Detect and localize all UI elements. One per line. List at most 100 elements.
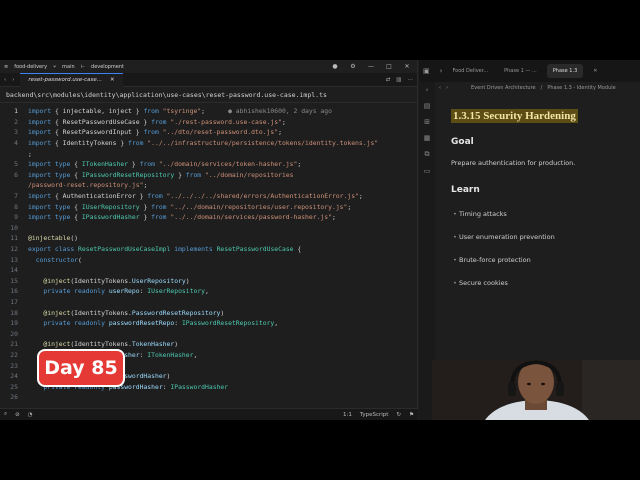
code-line[interactable]: 19 private readonly passwordResetRepo: I… — [0, 318, 418, 329]
minimize-icon[interactable]: — — [365, 63, 377, 70]
code-token: ) — [166, 372, 171, 381]
code-token: @inject — [43, 340, 71, 349]
tab-close-icon[interactable]: ✕ — [110, 77, 115, 83]
notes-tab-2[interactable]: Phase 1 — ... — [498, 64, 543, 78]
nav-forward-icon[interactable]: › — [446, 85, 448, 91]
more-actions-icon[interactable]: ⋯ — [408, 77, 414, 83]
worktree-name[interactable]: development — [91, 64, 124, 70]
code-token: import — [28, 192, 52, 201]
code-token: ) — [220, 308, 225, 317]
avatar-icon[interactable]: ● — [329, 63, 341, 70]
code-token: ResetPasswordUseCaseImpl — [78, 245, 171, 254]
code-line[interactable]: 2 import { ResetPasswordUseCase } from ".… — [0, 117, 418, 128]
code-token: passwordResetRepo — [108, 319, 175, 328]
back-icon[interactable]: ‹ — [426, 86, 429, 94]
code-line[interactable]: 4 import { IdentityTokens } from "../../i… — [0, 138, 418, 149]
files-icon[interactable]: ▤ — [424, 102, 431, 110]
code-token: ; — [278, 128, 282, 137]
code-line[interactable]: /password-reset.repository.js"; — [0, 180, 418, 191]
day-badge: Day 85 — [37, 349, 125, 387]
code-line[interactable]: 8 import type { IUserRepository } from ".… — [0, 201, 418, 212]
forward-icon[interactable]: › — [440, 67, 443, 75]
learn-heading: Learn — [451, 185, 480, 195]
close-icon[interactable]: ✕ — [401, 63, 413, 70]
breadcrumb-item[interactable]: Event Driven Architecture — [471, 85, 536, 91]
code-token: from — [128, 139, 144, 148]
split-editor-icon[interactable]: ▥ — [396, 77, 401, 83]
line-number: 9 — [14, 213, 18, 222]
file-path[interactable]: backend\src\modules\identity\application… — [6, 91, 327, 99]
code-line[interactable]: 20 — [0, 328, 418, 339]
code-line[interactable]: 17 — [0, 297, 418, 308]
copy-icon[interactable]: ⧉ — [425, 150, 430, 159]
code-line[interactable]: 15 @inject (IdentityTokens. UserRepository… — [0, 276, 418, 287]
code-line[interactable]: 1 import { injectable, inject } from "tsy… — [0, 106, 418, 117]
maximize-icon[interactable]: □ — [383, 63, 395, 70]
git-compare-icon[interactable]: ⇄ — [386, 77, 391, 83]
code-line[interactable]: 13 constructor( — [0, 254, 418, 265]
code-token: from — [147, 192, 163, 201]
code-token: "../domain/repositories — [201, 170, 294, 179]
notifications-icon[interactable]: ⚑ — [409, 412, 414, 418]
menu-icon[interactable]: ≡ — [4, 64, 8, 70]
code-token: IPasswordHasher — [170, 382, 229, 391]
code-line[interactable]: 12 export class ResetPasswordUseCaseImpl … — [0, 244, 418, 255]
nav-back-icon[interactable]: ‹ — [439, 85, 441, 91]
branch-name[interactable]: main — [62, 64, 75, 70]
note-title: 1.3.15 Security Hardening — [451, 109, 578, 123]
graph-icon[interactable]: ⊞ — [424, 118, 430, 126]
sync-icon[interactable]: ↻ — [396, 412, 401, 418]
notes-tab-3[interactable]: Phase 1.3 — [546, 64, 584, 78]
code-line[interactable]: 5 import type { ITokenHasher } from "../d… — [0, 159, 418, 170]
cursor-position[interactable]: 1:1 — [343, 412, 352, 418]
search-icon[interactable]: ⌕ — [4, 411, 7, 418]
sidebar-toggle-icon[interactable]: ▣ — [423, 67, 430, 75]
code-line[interactable]: 26 — [0, 392, 418, 403]
tab-reset-password[interactable]: reset-password.use-case... ✕ — [20, 72, 123, 87]
terminal-icon[interactable]: ▭ — [424, 167, 431, 175]
line-number: 2 — [14, 117, 18, 126]
line-number: 14 — [10, 266, 18, 275]
code-editor: ≡ food-delivery ⑂ main ⊢ development ● ⚙… — [0, 60, 418, 420]
code-token: : — [139, 350, 148, 359]
code-line[interactable]: 11 @injectable() — [0, 233, 418, 244]
bell-icon[interactable]: ◔ — [28, 412, 33, 418]
code-line[interactable]: ; — [0, 148, 418, 159]
code-token: () — [70, 234, 79, 243]
code-token: from — [151, 202, 167, 211]
notes-tab-1[interactable]: Food Deliver... — [446, 64, 494, 78]
code-line[interactable]: 18 @inject (IdentityTokens. PasswordResetR… — [0, 307, 418, 318]
tab-bar: ‹ › reset-password.use-case... ✕ ⇄ ▥ ⋯ — [0, 72, 417, 87]
calendar-icon[interactable]: ▦ — [424, 134, 431, 142]
breadcrumb-item[interactable]: Phase 1.3 - Identity Module — [547, 85, 615, 91]
code-token: from — [151, 117, 167, 126]
code-token: @injectable — [28, 234, 71, 243]
code-line[interactable]: 14 — [0, 265, 418, 276]
tab-label: reset-password.use-case... — [28, 77, 103, 83]
code-line[interactable]: 9 import type { IPasswordHasher } from ".… — [0, 212, 418, 223]
error-icon[interactable]: ⊘ — [15, 412, 20, 418]
code-token: , — [193, 350, 198, 359]
forward-arrow-icon[interactable]: › — [12, 77, 14, 83]
goal-text: Prepare authentication for production. — [451, 159, 576, 167]
line-number: 19 — [10, 319, 18, 328]
line-number: 16 — [10, 287, 18, 296]
code-line[interactable]: 3 import { ResetPasswordInput } from "../… — [0, 127, 418, 138]
notes-tab-bar: ▣ › Food Deliver... Phase 1 — ... Phase … — [419, 60, 640, 82]
code-line[interactable]: 16 private readonly userRepo: IUserRepos… — [0, 286, 418, 297]
language-mode[interactable]: TypeScript — [360, 412, 389, 418]
back-arrow-icon[interactable]: ‹ — [4, 77, 6, 83]
code-line[interactable]: 7 import { AuthenticationError } from "..… — [0, 191, 418, 202]
settings-icon[interactable]: ⚙ — [347, 63, 359, 70]
code-line[interactable]: 10 — [0, 223, 418, 234]
code-line[interactable]: 6 import type { IPasswordResetRepository … — [0, 170, 418, 181]
code-token: (IdentityTokens. — [70, 340, 132, 349]
code-token: (IdentityTokens. — [70, 276, 132, 285]
tab-close-icon[interactable]: ✕ — [593, 68, 597, 74]
webcam-overlay — [432, 360, 640, 420]
project-name[interactable]: food-delivery — [14, 64, 47, 70]
line-number: 18 — [10, 308, 18, 317]
line-number: 4 — [14, 139, 18, 148]
